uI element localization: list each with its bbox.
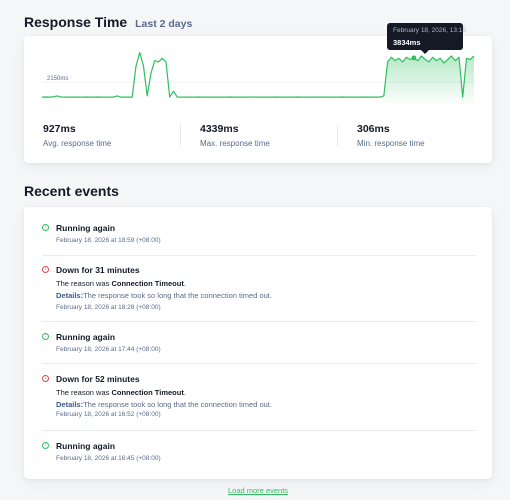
event-time: February 18, 2026 at 18:28 (+08:00) [56, 304, 161, 311]
event-title: Running again [56, 441, 116, 451]
recent-events-card [24, 207, 492, 479]
event-divider [42, 430, 476, 431]
event-time: February 18, 2026 at 17:44 (+08:00) [56, 346, 161, 353]
up-arrow-icon: ↑ [42, 442, 49, 449]
event-title: Down for 31 minutes [56, 265, 140, 275]
reason-prefix: The reason was [56, 388, 112, 397]
event-details: Details:The response took so long that t… [56, 291, 272, 300]
stat-min-value: 306ms [357, 123, 390, 135]
details-label: Details: [56, 291, 84, 300]
chart-tooltip: February 18, 2026, 13:15 3834ms [387, 23, 466, 54]
reason-prefix: The reason was [56, 279, 112, 288]
y-tick-label: 2150ms [47, 76, 68, 82]
stat-avg: 927ms Avg. response time [43, 123, 111, 149]
event-reason: The reason was Connection Timeout. [56, 388, 186, 397]
stat-min: 306ms Min. response time [357, 123, 425, 149]
load-more-events-link[interactable]: Load more events [228, 486, 288, 495]
up-arrow-icon: ↑ [42, 333, 49, 340]
up-arrow-icon: ↑ [42, 224, 49, 231]
event-title: Running again [56, 332, 116, 342]
tooltip-value: 3834ms [393, 38, 421, 47]
reason-suffix: . [183, 279, 186, 288]
event-divider [42, 321, 476, 322]
event-time: February 18, 2026 at 16:52 (+08:00) [56, 411, 161, 418]
reason-value: Connection Timeout [111, 388, 184, 397]
stat-avg-label: Avg. response time [43, 139, 112, 148]
event-divider [42, 363, 476, 364]
event-details: Details:The response took so long that t… [56, 400, 272, 409]
stat-divider [180, 124, 181, 146]
reason-value: Connection Timeout [111, 279, 184, 288]
stat-divider [337, 124, 338, 146]
chart-highlight-point [411, 55, 417, 61]
event-divider [42, 255, 476, 256]
event-title: Running again [56, 223, 116, 233]
stat-max: 4339ms Max. response time [200, 123, 270, 149]
event-reason: The reason was Connection Timeout. [56, 279, 186, 288]
event-time: February 18, 2026 at 16:45 (+08:00) [56, 455, 161, 462]
details-text: The response took so long that the conne… [83, 400, 272, 409]
recent-events-title: Recent events [24, 183, 119, 199]
event-time: February 18, 2026 at 18:59 (+08:00) [56, 237, 161, 244]
details-text: The response took so long that the conne… [83, 291, 272, 300]
stat-max-value: 4339ms [200, 123, 239, 135]
stat-min-label: Min. response time [357, 139, 425, 148]
event-title: Down for 52 minutes [56, 374, 140, 384]
down-arrow-icon: ↓ [42, 266, 49, 273]
stat-avg-value: 927ms [43, 123, 76, 135]
details-label: Details: [56, 400, 84, 409]
stat-max-label: Max. response time [200, 139, 270, 148]
reason-suffix: . [183, 388, 186, 397]
tooltip-date: February 18, 2026, 13:15 [393, 27, 466, 34]
down-arrow-icon: ↓ [42, 375, 49, 382]
